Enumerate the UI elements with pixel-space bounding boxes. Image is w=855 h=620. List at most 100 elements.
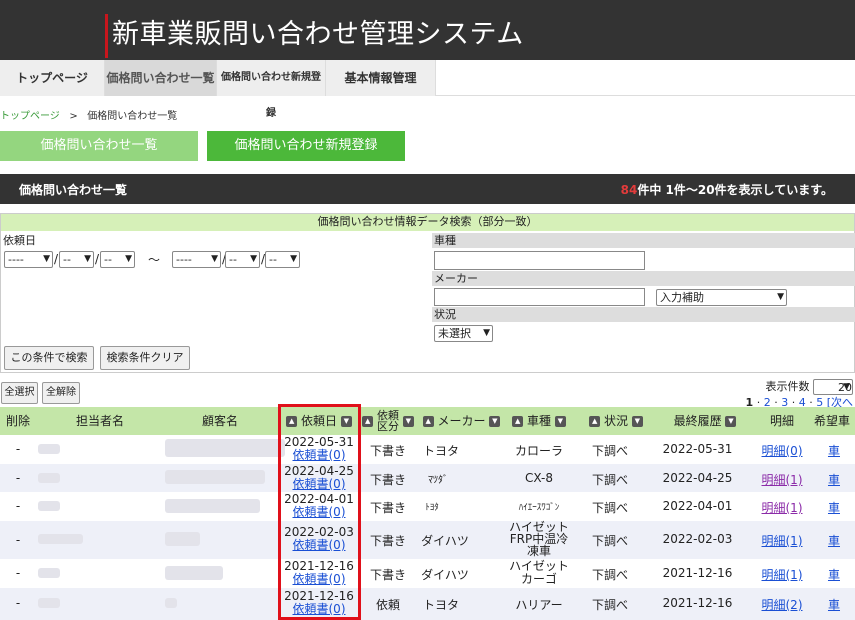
tab-inquiry-new[interactable]: 価格問い合わせ新規登録 <box>217 60 326 119</box>
col-status: ▲ 状況 ▼ <box>574 407 658 435</box>
history-cell: 2022-04-25 <box>662 471 733 485</box>
car-input[interactable] <box>434 251 645 270</box>
col-maker-label: メーカー <box>437 414 486 428</box>
staff-name-blurred <box>38 501 60 511</box>
sort-asc-icon[interactable]: ▲ <box>512 416 524 427</box>
date-to-month-select[interactable]: -- ▼ <box>225 251 260 268</box>
col-type: ▲ 依頼区分 ▼ <box>361 407 415 435</box>
wish-car-link[interactable]: 車 <box>820 499 848 516</box>
staff-name-blurred <box>38 598 60 608</box>
status-cell: 下調べ <box>591 473 628 487</box>
status-cell: 下調べ <box>591 444 628 458</box>
date-from-year-select[interactable]: ---- ▼ <box>4 251 53 268</box>
col-car-label: 車種 <box>526 414 551 428</box>
sort-desc-icon[interactable]: ▼ <box>725 416 737 427</box>
maker-label: メーカー <box>432 271 855 286</box>
maker-cell: ﾄﾖﾀ <box>425 503 439 513</box>
search-heading: 価格問い合わせ情報データ検索（部分一致） <box>1 214 854 231</box>
date-to-year-select[interactable]: ---- ▼ <box>172 251 221 268</box>
pager: 表示件数 20 ▼ 1 · 2 · 3 · 4 · 5 [次へ <box>745 379 853 409</box>
tab-basic-settings[interactable]: 基本情報管理 <box>326 60 436 96</box>
history-cell: 2021-12-16 <box>662 596 733 610</box>
search-button[interactable]: この条件で検索 <box>4 346 94 370</box>
clear-search-button[interactable]: 検索条件クリア <box>100 346 190 370</box>
car-cell: CX-8 <box>525 471 553 485</box>
status-select[interactable]: 未選択 ▼ <box>434 325 493 342</box>
tab-inquiry-list[interactable]: 価格問い合わせ一覧 <box>105 60 217 96</box>
customer-name-blurred <box>165 532 200 546</box>
inquiry-new-button[interactable]: 価格問い合わせ新規登録 <box>207 131 405 161</box>
sort-asc-icon[interactable]: ▲ <box>362 415 374 427</box>
detail-link[interactable]: 明細(1) <box>757 532 807 549</box>
result-count: 84 <box>620 183 638 197</box>
sort-asc-icon[interactable]: ▲ <box>589 416 601 427</box>
select-all-button[interactable]: 全選択 <box>1 382 38 404</box>
col-customer: 顧客名 <box>201 414 238 428</box>
date-from-day-select[interactable]: -- ▼ <box>100 251 135 268</box>
maker-cell: ﾏﾂﾀﾞ <box>428 475 448 486</box>
sort-desc-icon[interactable]: ▼ <box>402 415 414 427</box>
maker-cell: トヨタ <box>422 598 459 612</box>
app-header: 新車業販問い合わせ管理システム <box>0 0 855 60</box>
delete-cell: - <box>15 499 21 513</box>
wish-car-link[interactable]: 車 <box>820 532 848 549</box>
customer-name-blurred <box>165 499 260 513</box>
delete-cell: - <box>15 533 21 547</box>
table-row: - 2021-12-16 依頼書(0) 下書き ダイハツ ハイゼット カーゴ 下調べ… <box>0 559 855 588</box>
type-cell: 下書き <box>369 534 406 548</box>
history-cell: 2022-05-31 <box>662 442 733 456</box>
wish-car-link[interactable]: 車 <box>820 596 848 613</box>
detail-link[interactable]: 明細(1) <box>757 499 807 516</box>
delete-cell: - <box>15 596 21 610</box>
breadcrumb-current: 価格問い合わせ一覧 <box>87 111 178 122</box>
maker-assist-select[interactable]: 入力補助 ▼ <box>656 289 787 306</box>
main-nav: トップページ 価格問い合わせ一覧 価格問い合わせ新規登録 基本情報管理 <box>0 60 855 119</box>
customer-name-blurred <box>165 566 223 580</box>
type-cell: 下書き <box>369 501 406 515</box>
breadcrumb-home[interactable]: トップページ <box>0 111 60 122</box>
title-accent-bar <box>105 14 108 58</box>
sort-desc-icon[interactable]: ▼ <box>631 416 643 427</box>
delete-cell: - <box>15 566 21 580</box>
sort-desc-icon[interactable]: ▼ <box>554 416 566 427</box>
customer-name-blurred <box>165 470 265 484</box>
table-row: - 2022-05-31 依頼書(0) 下書き トヨタ カローラ 下調べ 2022… <box>0 435 855 464</box>
car-line: 凍車 <box>526 544 551 558</box>
date-range-tilde: ～ <box>148 253 161 267</box>
maker-cell: トヨタ <box>422 444 459 458</box>
staff-name-blurred <box>38 444 60 454</box>
col-car: ▲ 車種 ▼ <box>504 407 574 435</box>
car-cell: ハイゼット カーゴ <box>504 560 574 586</box>
maker-input[interactable] <box>434 288 645 306</box>
detail-link[interactable]: 明細(1) <box>757 471 807 488</box>
sort-desc-icon[interactable]: ▼ <box>489 416 501 427</box>
sort-asc-icon[interactable]: ▲ <box>422 416 434 427</box>
table-row: - 2022-02-03 依頼書(0) 下書き ダイハツ ハイゼット FRP中温冷凍… <box>0 521 855 559</box>
inquiry-list-button[interactable]: 価格問い合わせ一覧 <box>0 131 198 161</box>
wish-car-link[interactable]: 車 <box>820 566 848 583</box>
wish-car-link[interactable]: 車 <box>820 442 848 459</box>
detail-link[interactable]: 明細(2) <box>757 596 807 613</box>
car-label: 車種 <box>432 233 855 248</box>
delete-cell: - <box>15 471 21 485</box>
car-cell: ハイゼット FRP中温冷 凍車 <box>504 521 574 557</box>
col-type-label: 依頼区分 <box>377 409 399 433</box>
table-row: - 2022-04-01 依頼書(0) 下書き ﾄﾖﾀ ﾊｲｴｰｽﾜｺﾞﾝ 下調べ… <box>0 492 855 521</box>
deselect-all-button[interactable]: 全解除 <box>42 382 80 404</box>
col-status-label: 状況 <box>603 414 628 428</box>
maker-cell: ダイハツ <box>421 534 469 548</box>
breadcrumb-separator: > <box>69 111 78 122</box>
detail-link[interactable]: 明細(1) <box>757 566 807 583</box>
date-from-month-select[interactable]: -- ▼ <box>59 251 94 268</box>
wish-car-link[interactable]: 車 <box>820 471 848 488</box>
date-to-day-select[interactable]: -- ▼ <box>265 251 300 268</box>
app-title: 新車業販問い合わせ管理システム <box>112 19 524 50</box>
status-cell: 下調べ <box>591 501 628 515</box>
car-cell: ﾊｲｴｰｽﾜｺﾞﾝ <box>518 503 560 513</box>
per-page-select[interactable]: 20 ▼ <box>813 379 853 395</box>
status-cell: 下調べ <box>591 598 628 612</box>
car-cell: ハリアー <box>515 598 563 612</box>
detail-link[interactable]: 明細(0) <box>757 442 807 459</box>
breadcrumb: トップページ > 価格問い合わせ一覧 <box>0 107 177 122</box>
tab-top[interactable]: トップページ <box>0 60 105 96</box>
